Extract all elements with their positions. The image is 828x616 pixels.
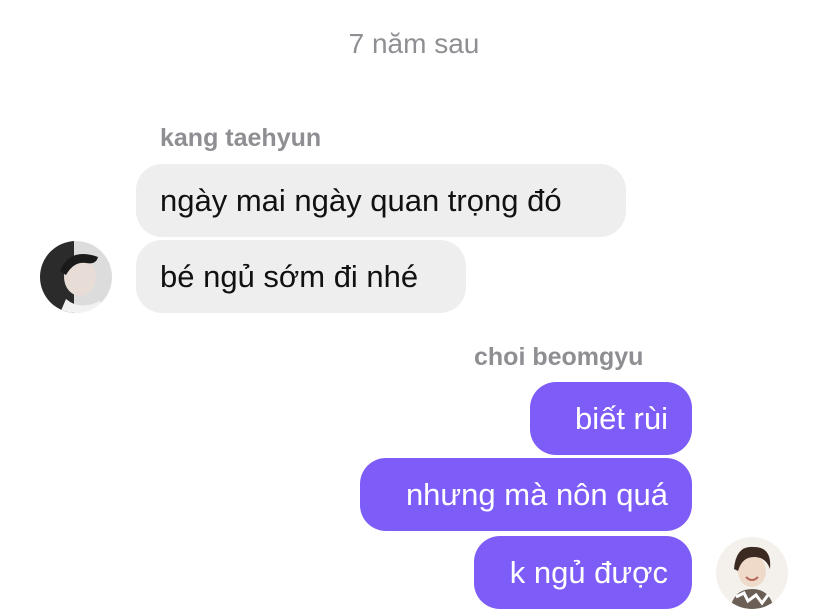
time-separator: 7 năm sau [348,28,480,59]
avatar-photo-icon [716,537,788,609]
message-text: bé ngủ sớm đi nhé [160,259,419,294]
message-text: biết rùi [574,401,668,436]
message-text: k ngủ được [509,555,668,590]
message-bubble-outgoing[interactable]: nhưng mà nôn quá [360,458,692,531]
message-text: ngày mai ngày quan trọng đó [160,183,562,218]
message-text: nhưng mà nôn quá [405,477,668,512]
message-bubble-incoming[interactable]: bé ngủ sớm đi nhé [136,240,466,313]
sender-name-taehyun: kang taehyun [160,124,322,152]
avatar-photo-icon [40,241,112,313]
message-bubble-outgoing[interactable]: biết rùi [530,382,692,455]
avatar-beomgyu[interactable] [716,537,788,609]
message-bubble-outgoing[interactable]: k ngủ được [474,536,692,609]
avatar-taehyun[interactable] [40,241,112,313]
chat-screen: 7 năm sau kang taehyun ngày mai ngày qua… [0,0,828,616]
message-bubble-incoming[interactable]: ngày mai ngày quan trọng đó [136,164,626,237]
sender-name-beomgyu: choi beomgyu [474,343,644,371]
